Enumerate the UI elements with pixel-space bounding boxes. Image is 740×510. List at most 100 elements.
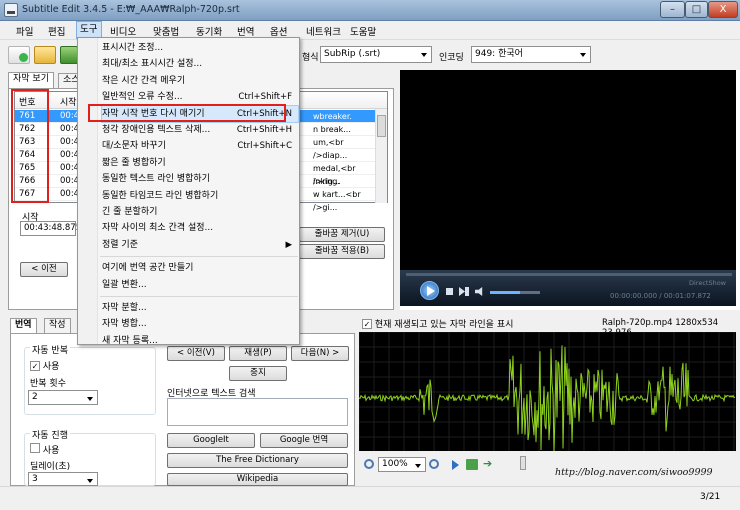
menu-item[interactable]: 정렬 기준 ▶ <box>102 237 298 253</box>
auto-continue-use[interactable]: 사용 <box>30 443 59 456</box>
menu-item[interactable]: 여기에 번역 공간 만들기 <box>102 260 298 276</box>
next-button[interactable]: 다음(N) > <box>291 346 349 361</box>
menu-item[interactable]: 긴 줄 분할하기 <box>102 204 298 220</box>
prev-subtitle-button[interactable]: < 이전 <box>20 262 68 277</box>
zoom-select[interactable]: 100% <box>378 457 426 472</box>
audio-waveform[interactable] <box>358 331 736 453</box>
auto-repeat-use[interactable]: ✓ 사용 <box>30 359 59 372</box>
status-page-count: 3/21 <box>700 492 721 502</box>
app-icon <box>4 3 18 17</box>
google-it-button[interactable]: GoogleIt <box>167 433 255 448</box>
chevron-down-icon <box>87 397 93 401</box>
forward-icon[interactable]: ➔ <box>483 458 505 470</box>
col-header-start[interactable]: 시작 <box>60 95 77 108</box>
stop-icon[interactable] <box>446 288 453 295</box>
window-title: Subtitle Edit 3.4.5 - E:₩_AAA₩Ralph-720p… <box>22 4 240 15</box>
remove-linebreak-button[interactable]: 줄바꿈 제거(U) <box>299 227 385 242</box>
volume-slider[interactable] <box>490 291 540 294</box>
menu-sync[interactable]: 동기화 <box>196 24 222 38</box>
menu-help[interactable]: 도움말 <box>350 24 376 38</box>
fullscreen-icon[interactable] <box>459 287 469 296</box>
menu-edit[interactable]: 편집 <box>48 24 65 38</box>
encoding-select[interactable]: 949: 한국어 <box>471 46 591 63</box>
menu-item-label: 짧은 줄 병합하기 <box>102 157 166 168</box>
menu-item[interactable]: 작은 시간 간격 메우기 <box>102 73 298 89</box>
play-selection-icon[interactable] <box>452 460 459 470</box>
menu-item-label: 자막 사이의 최소 간격 설정... <box>102 223 214 234</box>
highlight-number-column <box>11 89 49 203</box>
apply-linebreak-button[interactable]: 줄바꿈 적용(B) <box>299 244 385 259</box>
menu-item[interactable]: 동일한 텍스트 라인 병합하기 <box>102 171 298 187</box>
play-icon[interactable] <box>420 281 439 300</box>
menu-item-label: 동일한 텍스트 라인 병합하기 <box>102 174 210 185</box>
video-seek-bar[interactable] <box>406 273 732 276</box>
menu-item[interactable]: 표시시간 조정... <box>102 40 298 56</box>
minimize-button[interactable]: – <box>660 1 685 18</box>
download-icon[interactable] <box>60 46 78 64</box>
insert-icon[interactable] <box>466 459 478 470</box>
menu-separator <box>100 296 298 297</box>
open-folder-icon[interactable] <box>34 46 56 64</box>
status-bar: 3/21 <box>0 486 740 510</box>
row-text: n break... <box>313 125 351 134</box>
menu-translate[interactable]: 번역 <box>237 24 254 38</box>
video-player[interactable] <box>400 70 736 270</box>
slider-handle[interactable] <box>520 456 526 470</box>
menu-item[interactable]: 자막 병합... <box>102 316 298 332</box>
menu-item-shortcut: Ctrl+Shift+H <box>236 125 292 135</box>
grid-scrollbar[interactable] <box>375 109 387 203</box>
encoding-label: 인코딩 <box>439 53 464 63</box>
zoom-in-icon[interactable] <box>429 459 439 469</box>
tools-dropdown-menu: 표시시간 조정... 최대/최소 표시시간 설정... 작은 시간 간격 메우기 일반… <box>77 37 300 346</box>
menu-item-shortcut: Ctrl+Shift+C <box>237 141 292 152</box>
auto-repeat-use-label: 사용 <box>42 362 60 372</box>
zoom-out-icon[interactable] <box>364 459 374 469</box>
wikipedia-button[interactable]: Wikipedia <box>167 473 348 486</box>
tab-translate[interactable]: 번역 <box>10 318 37 333</box>
menu-options[interactable]: 옵션 <box>270 24 287 38</box>
tab-subtitle-view[interactable]: 자막 보기 <box>8 72 54 88</box>
checkbox-checked[interactable]: ✓ <box>362 319 372 329</box>
menu-network[interactable]: 네트워크 <box>306 24 341 38</box>
menu-item[interactable]: 동일한 타임코드 라인 병합하기 <box>102 188 298 204</box>
chevron-down-icon <box>415 464 421 468</box>
start-time-input[interactable]: 00:43:48.875 <box>20 221 81 236</box>
delay-select[interactable]: 3 <box>28 472 98 486</box>
menu-item-label: 일반적인 오류 수정... <box>102 92 183 103</box>
stop-button[interactable]: 중지 <box>229 366 287 381</box>
menu-item[interactable]: 새 자막 등록... <box>102 333 298 349</box>
close-button[interactable]: X <box>708 1 738 18</box>
checkbox-checked[interactable]: ✓ <box>30 361 40 371</box>
new-file-icon[interactable] <box>8 46 30 64</box>
search-text-input[interactable] <box>167 398 348 426</box>
volume-icon[interactable] <box>475 287 483 296</box>
show-current-line-toggle[interactable]: ✓ 현재 재생되고 있는 자막 라인을 표시 <box>362 317 513 330</box>
menu-item[interactable]: 자막 사이의 최소 간격 설정... <box>102 220 298 236</box>
menu-item[interactable]: 최대/최소 표시시간 설정... <box>102 56 298 72</box>
checkbox-unchecked[interactable] <box>30 443 40 453</box>
row-text: wbreaker. <box>313 112 352 121</box>
free-dictionary-button[interactable]: The Free Dictionary <box>167 453 348 468</box>
menu-item-label: 정렬 기준 <box>102 239 138 250</box>
menu-item-label: 동일한 타임코드 라인 병합하기 <box>102 190 219 201</box>
menu-separator <box>100 256 298 258</box>
menu-item-label: 새 자막 등록... <box>102 335 158 346</box>
menu-item[interactable]: 대/소문자 바꾸기 Ctrl+Shift+C <box>102 138 298 154</box>
google-translate-button[interactable]: Google 번역 <box>260 433 348 448</box>
title-bar: Subtitle Edit 3.4.5 - E:₩_AAA₩Ralph-720p… <box>0 0 740 21</box>
menu-item[interactable]: 일괄 변환... <box>102 277 298 293</box>
tab-create[interactable]: 작성 <box>44 318 71 333</box>
repeat-count-select[interactable]: 2 <box>28 390 98 405</box>
menu-file[interactable]: 파일 <box>16 24 33 38</box>
format-select[interactable]: SubRip (.srt) <box>320 46 432 63</box>
auto-continue-title: 자동 진행 <box>30 428 70 441</box>
menu-item[interactable]: 일반적인 오류 수정... Ctrl+Shift+F <box>102 89 298 105</box>
menu-item[interactable]: 짧은 줄 병합하기 <box>102 155 298 171</box>
menu-spellcheck[interactable]: 맞춤법 <box>153 24 179 38</box>
maximize-button[interactable]: □ <box>685 1 708 18</box>
row-text: inking. <box>313 177 340 186</box>
menu-item[interactable]: 자막 분할... <box>102 300 298 316</box>
menu-video[interactable]: 비디오 <box>110 24 136 38</box>
row-text: w kart...<br />gi... <box>313 190 361 212</box>
menu-item[interactable]: 청각 장애인용 텍스트 삭제... Ctrl+Shift+H <box>102 122 298 138</box>
